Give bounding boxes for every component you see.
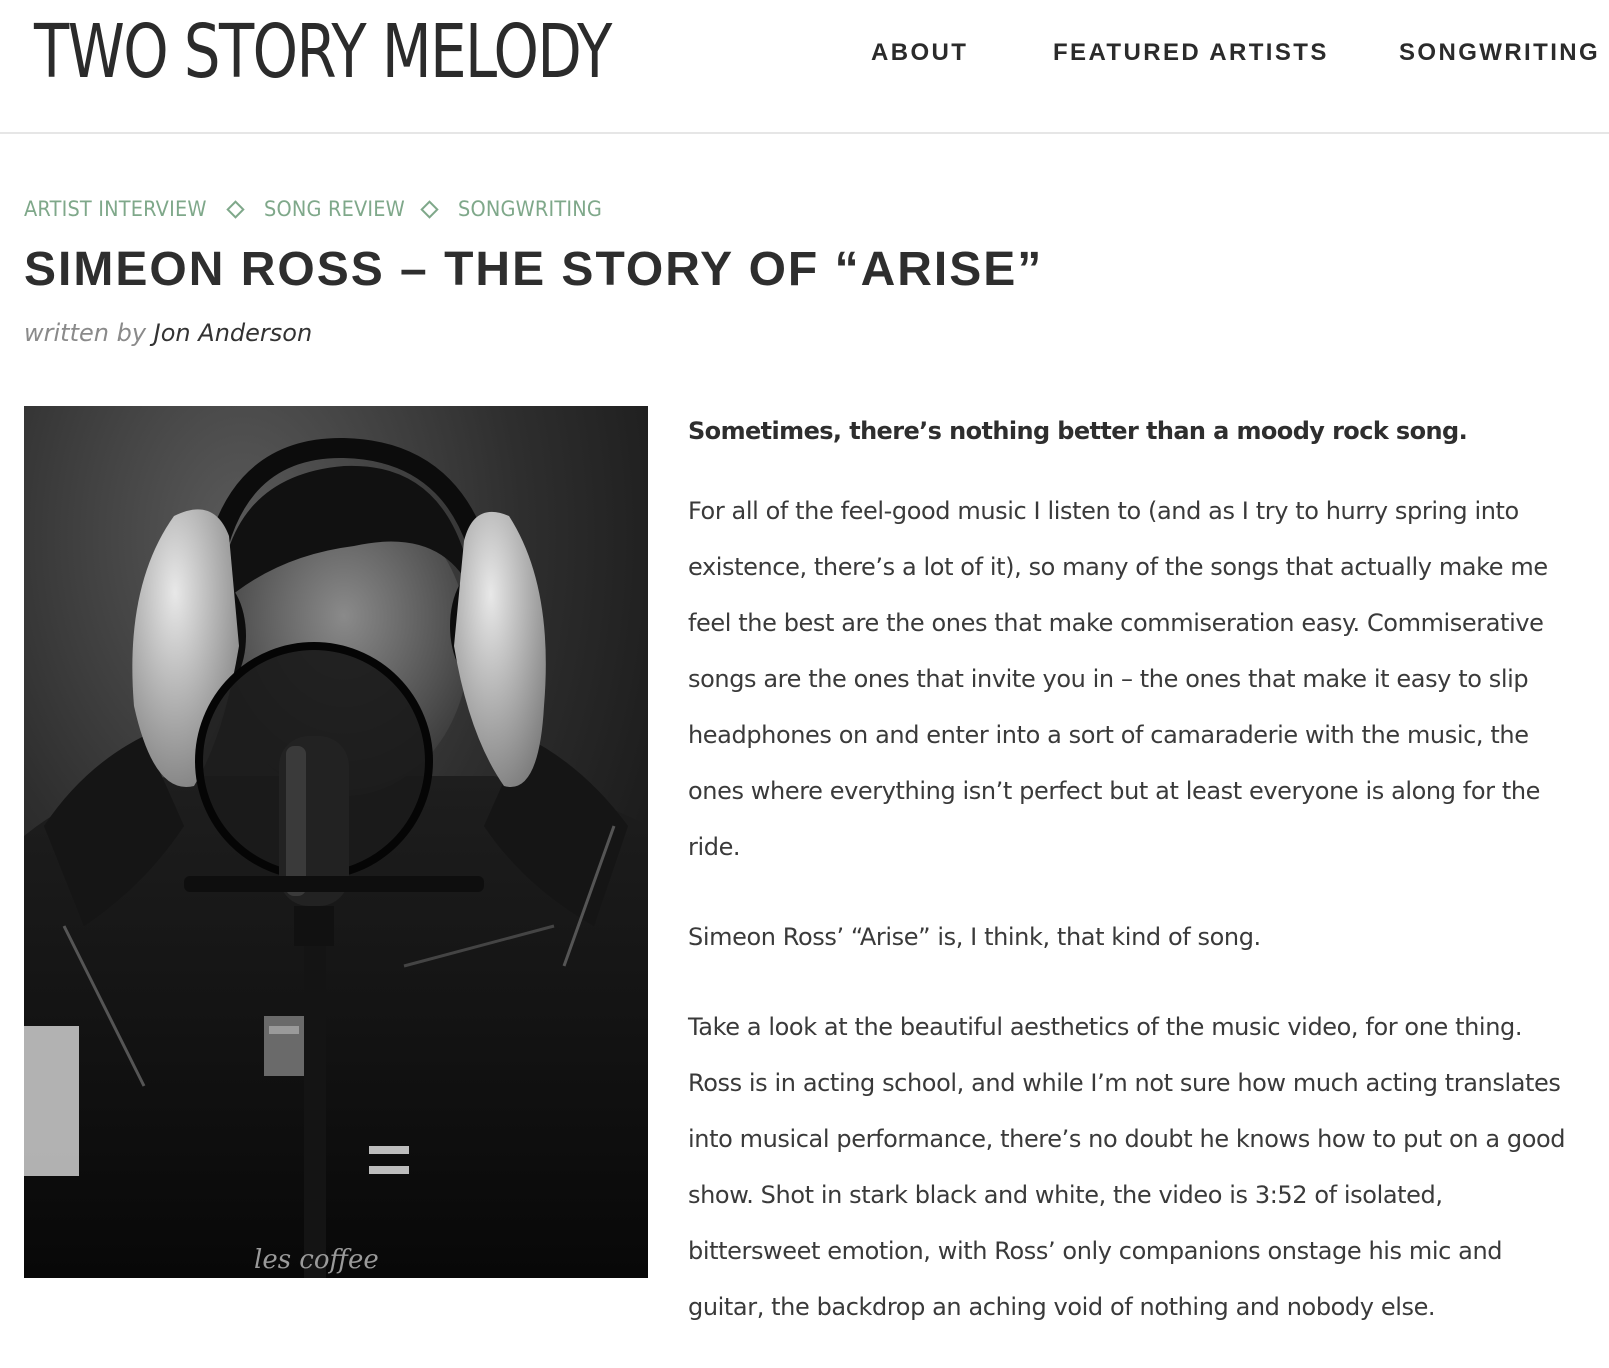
paragraph-1-line: existence, there’s a lot of it), so many… (688, 553, 1548, 581)
category-separator-diamond-icon (225, 199, 245, 219)
paragraph-1-line: headphones on and enter into a sort of c… (688, 721, 1529, 749)
nav-item-about[interactable]: ABOUT (871, 36, 968, 70)
paragraph-1-line: ones where everything isn’t perfect but … (688, 777, 1541, 805)
paragraph-1-line: feel the best are the ones that make com… (688, 609, 1544, 637)
article-paragraph-1: For all of the feel-good music I listen … (688, 483, 1588, 875)
article-paragraph-2: Simeon Ross’ “Arise” is, I think, that k… (688, 909, 1588, 965)
paragraph-3-line: show. Shot in stark black and white, the… (688, 1181, 1443, 1209)
article-lead: Sometimes, there’s nothing better than a… (688, 417, 1468, 445)
paragraph-3-line: into musical performance, there’s no dou… (688, 1125, 1566, 1153)
paragraph-1-line: songs are the ones that invite you in – … (688, 665, 1529, 693)
site-logo[interactable]: TWO STORY MELODY (34, 8, 612, 97)
paragraph-1-line: ride. (688, 833, 741, 861)
article-body: Sometimes, there’s nothing better than a… (688, 411, 1588, 1335)
paragraph-2-line: Simeon Ross’ “Arise” is, I think, that k… (688, 923, 1261, 951)
nav-item-songwriting[interactable]: SONGWRITING (1399, 36, 1600, 70)
paragraph-1-line: For all of the feel-good music I listen … (688, 497, 1519, 525)
site-header: TWO STORY MELODY ABOUT FEATURED ARTISTS … (0, 0, 1609, 134)
paragraph-3-line: Ross is in acting school, and while I’m … (688, 1069, 1561, 1097)
photo-shirt-text: les coffee (254, 1245, 379, 1275)
featured-photo: les coffee (24, 406, 648, 1278)
byline-author-link[interactable]: Jon Anderson (154, 319, 313, 347)
paragraph-3-line: guitar, the backdrop an aching void of n… (688, 1293, 1436, 1321)
paragraph-3-line: Take a look at the beautiful aesthetics … (688, 1013, 1523, 1041)
photo-singer-with-headphones-and-microphone: les coffee (24, 406, 648, 1278)
category-separator-diamond-icon (420, 199, 439, 219)
paragraph-3-line: bittersweet emotion, with Ross’ only com… (688, 1237, 1503, 1265)
nav-item-featured-artists[interactable]: FEATURED ARTISTS (1053, 36, 1329, 70)
byline: written by Jon Anderson (24, 316, 312, 350)
category-link-artist-interview[interactable]: ARTIST INTERVIEW (24, 197, 207, 221)
category-link-songwriting[interactable]: SONGWRITING (458, 197, 602, 221)
post-categories: ARTIST INTERVIEW SONG REVIEW SONGWRITING (24, 193, 614, 225)
byline-prefix: written by (24, 319, 147, 347)
post-title: SIMEON ROSS – THE STORY OF “ARISE” (24, 243, 1044, 296)
article-paragraph-3: Take a look at the beautiful aesthetics … (688, 999, 1588, 1335)
category-link-song-review[interactable]: SONG REVIEW (264, 197, 405, 221)
